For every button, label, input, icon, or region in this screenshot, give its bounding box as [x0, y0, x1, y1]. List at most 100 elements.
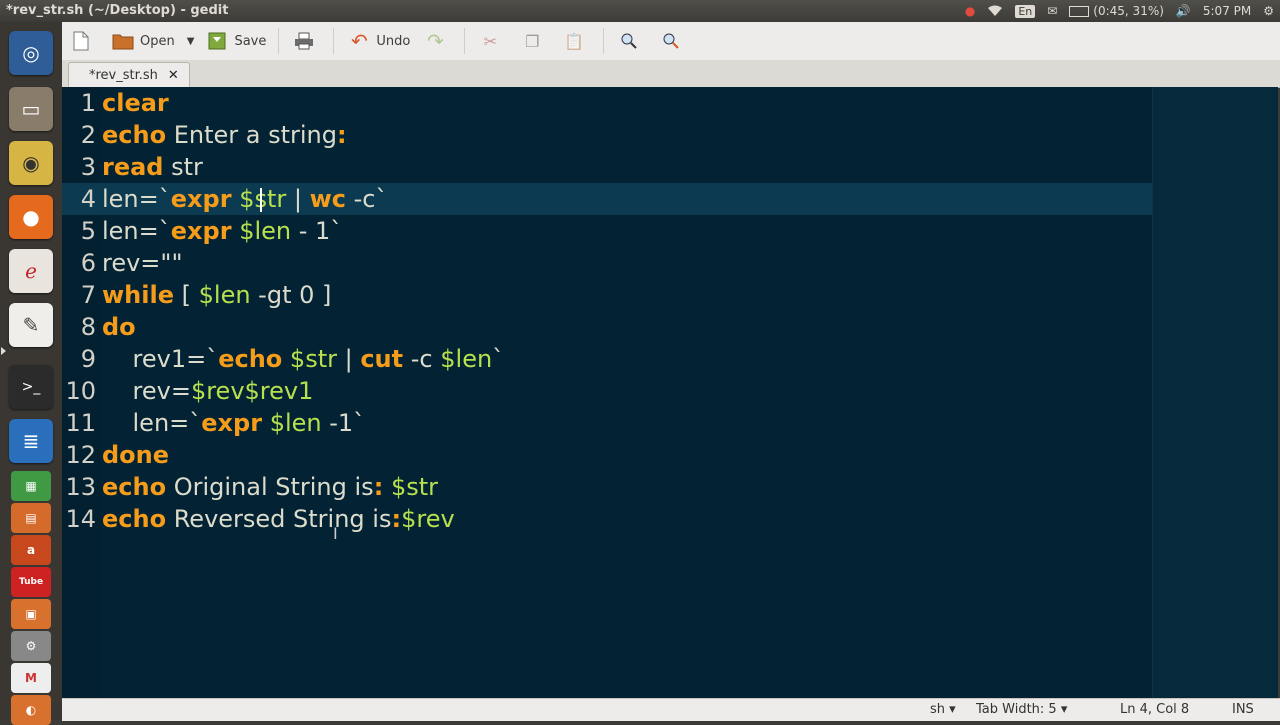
- text-cursor: [260, 188, 262, 212]
- toolbar-separator: [333, 28, 335, 54]
- text-editor-icon[interactable]: ✎: [9, 303, 53, 347]
- line-code: len=`expr $len - 1`: [102, 215, 342, 247]
- software-center-icon[interactable]: ▣: [11, 599, 51, 629]
- text-token: Enter a string: [166, 121, 337, 149]
- calc-icon[interactable]: ▦: [11, 471, 51, 501]
- text-token: -c: [403, 345, 441, 373]
- settings-gear-icon[interactable]: ⚙: [1257, 0, 1280, 22]
- system-settings-icon[interactable]: ⚙: [11, 631, 51, 661]
- line-number: 12: [65, 441, 96, 469]
- text-token: len=`: [102, 185, 171, 213]
- open-dropdown-button[interactable]: ▼: [183, 25, 199, 57]
- save-button[interactable]: Save: [200, 25, 272, 57]
- gmail-icon[interactable]: M: [11, 663, 51, 693]
- amazon-icon[interactable]: a: [11, 535, 51, 565]
- keyword-token: :: [336, 121, 347, 149]
- print-button[interactable]: [287, 25, 327, 57]
- line-number: 14: [65, 505, 96, 533]
- tab-rev-str[interactable]: *rev_str.sh ✕: [68, 62, 190, 88]
- line-code: rev=$rev$rev1: [102, 375, 314, 407]
- cut-button[interactable]: ✂: [473, 25, 513, 57]
- code-editor[interactable]: 1 clear 2 echo Enter a string: 3 read str 4 len…: [62, 87, 1278, 698]
- terminal-icon[interactable]: >_: [9, 365, 53, 409]
- close-icon[interactable]: ✕: [168, 68, 179, 83]
- text-token: len=`: [102, 409, 202, 437]
- firefox-icon[interactable]: ●: [9, 195, 53, 239]
- line-number: 13: [65, 473, 96, 501]
- impress-icon[interactable]: ▤: [11, 503, 51, 533]
- redo-button[interactable]: ↷: [418, 25, 458, 57]
- line-code: rev="": [102, 247, 183, 279]
- youtube-icon[interactable]: Tube: [11, 567, 51, 597]
- line-code: clear: [102, 87, 169, 119]
- wifi-icon[interactable]: [981, 0, 1009, 22]
- new-document-icon: [70, 30, 92, 52]
- tab-label: *rev_str.sh: [89, 68, 158, 83]
- keyword-token: echo: [102, 505, 167, 533]
- open-label: Open: [140, 33, 175, 49]
- keyboard-layout-indicator[interactable]: En: [1009, 0, 1041, 22]
- unity-launcher: ◎ ▭ ◉ ● ℯ ✎ >_ ≣ ▦ ▤ a Tube ▣ ⚙ M ◐: [0, 22, 63, 725]
- variable-token: $rev$rev1: [190, 377, 314, 405]
- line-number: 8: [80, 313, 96, 341]
- undo-label: Undo: [376, 33, 411, 49]
- line-number: 3: [80, 153, 96, 181]
- variable-token: $len: [440, 345, 493, 373]
- keyword-token: :: [391, 505, 402, 533]
- insert-mode: INS: [1232, 702, 1254, 717]
- cut-icon: ✂: [483, 31, 498, 51]
- toolbar-separator: [278, 28, 280, 54]
- line-code: rev1=`echo $str | cut -c $len`: [102, 343, 505, 375]
- line-number: 11: [65, 409, 96, 437]
- tab-width-selector[interactable]: Tab Width: 5 ▾: [976, 702, 1067, 717]
- line-number: 10: [65, 377, 96, 405]
- paste-icon: 📋: [564, 31, 585, 51]
- text-token: |: [286, 185, 310, 213]
- battery-status: (0:45, 31%): [1093, 4, 1164, 18]
- language-selector[interactable]: sh ▾: [930, 702, 956, 717]
- keyword-token: done: [102, 441, 170, 469]
- keyword-token: wc: [309, 185, 346, 213]
- writer-icon[interactable]: ≣: [9, 419, 53, 463]
- cursor-position: Ln 4, Col 8: [1120, 702, 1190, 717]
- find-replace-button[interactable]: [654, 25, 694, 57]
- volume-icon[interactable]: 🔊: [1170, 0, 1197, 22]
- text-token: rev=: [102, 377, 191, 405]
- undo-button[interactable]: ↶ Undo: [342, 25, 416, 57]
- find-button[interactable]: [612, 25, 652, 57]
- text-token: `: [492, 345, 505, 373]
- text-token: -1`: [321, 409, 366, 437]
- app-icon[interactable]: ◐: [11, 695, 51, 725]
- search-icon: [618, 30, 640, 52]
- line-code: echo Reversed String is:$rev: [102, 503, 455, 535]
- keyword-token: read: [102, 153, 164, 181]
- right-margin: [1153, 87, 1278, 698]
- rhythmbox-icon[interactable]: ◉: [9, 141, 53, 185]
- mail-icon[interactable]: ✉: [1041, 0, 1063, 22]
- text-token: rev="": [102, 249, 183, 277]
- text-token: -gt 0 ]: [250, 281, 332, 309]
- copy-button[interactable]: ❐: [515, 25, 555, 57]
- copy-icon: ❐: [525, 31, 540, 51]
- variable-token: $str: [289, 345, 337, 373]
- line-code: len=`expr $len -1`: [102, 407, 366, 439]
- dash-home-icon[interactable]: ◎: [9, 31, 53, 75]
- pdf-reader-icon[interactable]: ℯ: [9, 249, 53, 293]
- keyword-token: expr: [170, 185, 232, 213]
- printer-icon: [293, 30, 315, 52]
- text-token: str: [163, 153, 203, 181]
- battery-indicator[interactable]: (0:45, 31%): [1063, 0, 1170, 22]
- text-token: [: [174, 281, 199, 309]
- variable-token: $len: [198, 281, 251, 309]
- new-document-button[interactable]: [64, 25, 104, 57]
- folder-icon: [112, 30, 134, 52]
- keyword-token: expr: [201, 409, 263, 437]
- toolbar-separator: [464, 28, 466, 54]
- clock[interactable]: 5:07 PM: [1197, 0, 1257, 22]
- open-button[interactable]: Open: [106, 25, 181, 57]
- text-token: Reversed String is: [166, 505, 392, 533]
- record-icon[interactable]: ●: [959, 0, 981, 22]
- paste-button[interactable]: 📋: [557, 25, 597, 57]
- files-icon[interactable]: ▭: [9, 87, 53, 131]
